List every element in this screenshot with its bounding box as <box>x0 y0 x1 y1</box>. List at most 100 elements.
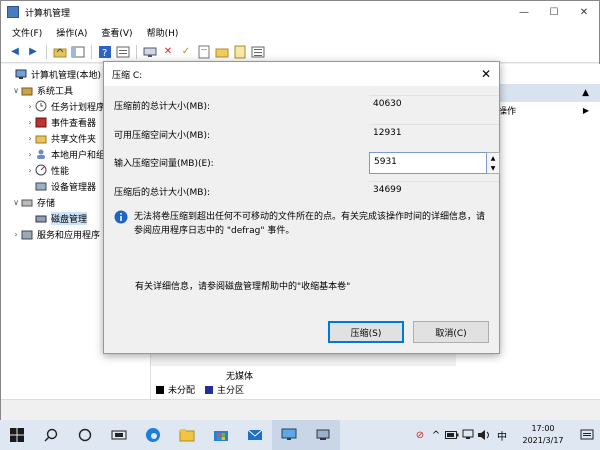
window-title: 计算机管理 <box>25 8 71 19</box>
cortana-icon[interactable] <box>68 420 102 450</box>
total-before-row: 压缩前的总计大小(MB): 40630 <box>114 95 499 115</box>
total-after-label: 压缩后的总计大小(MB): <box>114 188 210 198</box>
chevron-right-icon[interactable]: › <box>25 134 35 143</box>
input-label: 输入压缩空间量(MB)(E): <box>114 159 214 169</box>
edge-icon[interactable] <box>136 420 170 450</box>
delete-icon[interactable]: ✕ <box>160 44 176 60</box>
chevron-right-icon[interactable]: › <box>11 230 21 239</box>
help-icon[interactable]: ? <box>97 44 113 60</box>
shrink-amount-input[interactable]: 5931 <box>369 152 487 174</box>
info-message: 无法将卷压缩到超出任何不可移动的文件所在的点。有关完成该操作时间的详细信息，请参… <box>114 210 491 238</box>
store-icon[interactable] <box>204 420 238 450</box>
tree-item-label: 服务和应用程序 <box>37 230 101 241</box>
menu-action[interactable]: 操作(A) <box>49 26 94 39</box>
connect-icon[interactable] <box>142 44 158 60</box>
increment-icon[interactable]: ▲ <box>487 153 499 163</box>
device-manager-icon <box>35 180 47 192</box>
up-folder-icon[interactable] <box>52 44 68 60</box>
event-viewer-icon <box>35 116 47 128</box>
disk-icon <box>35 212 47 224</box>
info-icon <box>114 210 128 224</box>
close-button[interactable]: ✕ <box>569 1 599 23</box>
shared-folder-icon <box>35 132 47 144</box>
remote-desktop-icon[interactable] <box>272 420 306 450</box>
svg-text:?: ? <box>102 48 107 59</box>
network-icon[interactable] <box>460 420 476 450</box>
chevron-down-icon[interactable]: ∨ <box>11 86 21 95</box>
dialog-close-button[interactable]: ✕ <box>473 62 499 86</box>
tree-item-label: 系统工具 <box>37 86 74 97</box>
ime-indicator[interactable]: 中 <box>492 420 512 450</box>
menu-view[interactable]: 查看(V) <box>94 26 139 39</box>
total-before-label: 压缩前的总计大小(MB): <box>114 102 210 112</box>
users-icon <box>35 148 47 160</box>
notification-warning-icon[interactable]: ⊘ <box>412 420 428 450</box>
clock-icon <box>35 100 47 112</box>
total-after-value: 34699 <box>369 181 499 201</box>
info-text: 无法将卷压缩到超出任何不可移动的文件所在的点。有关完成该操作时间的详细信息，请参… <box>134 212 486 236</box>
chevron-right-icon[interactable]: › <box>25 150 35 159</box>
menu-file[interactable]: 文件(F) <box>5 26 49 39</box>
clock-date: 2021/3/17 <box>522 436 564 445</box>
menu-bar: 文件(F) 操作(A) 查看(V) 帮助(H) <box>1 23 599 41</box>
chevron-right-icon[interactable]: › <box>25 166 35 175</box>
action-label: 操作 <box>498 106 517 117</box>
toolbar-separator <box>91 44 92 59</box>
total-before-value: 40630 <box>369 95 499 115</box>
properties-icon[interactable] <box>115 44 131 60</box>
collapse-icon[interactable]: ▲ <box>582 88 589 98</box>
forward-icon[interactable]: ▶ <box>25 44 41 60</box>
check-icon[interactable]: ✓ <box>178 44 194 60</box>
file-icon[interactable] <box>232 44 248 60</box>
chevron-right-icon[interactable]: › <box>25 118 35 127</box>
battery-icon[interactable] <box>444 420 460 450</box>
legend-unallocated: 未分配 <box>168 386 196 396</box>
tree-item-label: 磁盘管理 <box>51 211 88 225</box>
status-bar <box>1 399 600 421</box>
toolbar-separator <box>136 44 137 59</box>
search-icon[interactable] <box>34 420 68 450</box>
volume-icon[interactable] <box>476 420 492 450</box>
tools-icon <box>21 84 33 96</box>
computer-management-taskbar-icon[interactable] <box>306 420 340 450</box>
help-text: 有关详细信息，请参阅磁盘管理帮助中的"收缩基本卷" <box>135 282 351 292</box>
file-explorer-icon[interactable] <box>170 420 204 450</box>
action-center-icon[interactable] <box>574 429 600 441</box>
tree-item-label: 任务计划程序 <box>51 102 106 113</box>
tree-item-label: 性能 <box>51 166 70 177</box>
start-icon[interactable] <box>0 420 34 450</box>
computer-icon <box>15 68 27 80</box>
folder-icon[interactable] <box>214 44 230 60</box>
task-view-icon[interactable] <box>102 420 136 450</box>
title-bar[interactable]: 计算机管理 — ☐ ✕ <box>1 1 599 23</box>
cancel-button[interactable]: 取消(C) <box>413 321 489 343</box>
shrink-dialog: 压缩 C: ✕ 压缩前的总计大小(MB): 40630 可用压缩空间大小(MB)… <box>103 61 500 354</box>
mail-icon[interactable] <box>238 420 272 450</box>
show-hide-tree-icon[interactable] <box>70 44 86 60</box>
show-hidden-icons-icon[interactable]: ^ <box>428 420 444 450</box>
computer-management-icon <box>7 6 19 18</box>
document-icon[interactable] <box>196 44 212 60</box>
list-icon[interactable] <box>250 44 266 60</box>
legend-primary: 主分区 <box>217 386 245 396</box>
stepper-arrows: ▲ ▼ <box>487 152 500 174</box>
services-icon <box>21 228 33 240</box>
clock-time: 17:00 <box>531 424 555 433</box>
menu-help[interactable]: 帮助(H) <box>140 26 186 39</box>
chevron-right-icon[interactable]: › <box>25 102 35 111</box>
decrement-icon[interactable]: ▼ <box>487 163 499 173</box>
available-label: 可用压缩空间大小(MB): <box>114 131 210 141</box>
shrink-button[interactable]: 压缩(S) <box>328 321 404 343</box>
disk-legend: 未分配 主分区 <box>156 383 244 396</box>
chevron-down-icon[interactable]: ∨ <box>11 198 21 207</box>
back-icon[interactable]: ◀ <box>7 44 23 60</box>
chevron-right-icon: ▶ <box>582 105 589 115</box>
minimize-button[interactable]: — <box>509 1 539 23</box>
clock[interactable]: 17:00 2021/3/17 <box>512 423 574 447</box>
maximize-button[interactable]: ☐ <box>539 1 569 23</box>
dialog-title-bar[interactable]: 压缩 C: ✕ <box>104 62 499 86</box>
toolbar-separator <box>46 44 47 59</box>
available-row: 可用压缩空间大小(MB): 12931 <box>114 124 499 144</box>
tree-item-label: 共享文件夹 <box>51 134 97 145</box>
tree-item-label: 计算机管理(本地) <box>31 70 102 81</box>
